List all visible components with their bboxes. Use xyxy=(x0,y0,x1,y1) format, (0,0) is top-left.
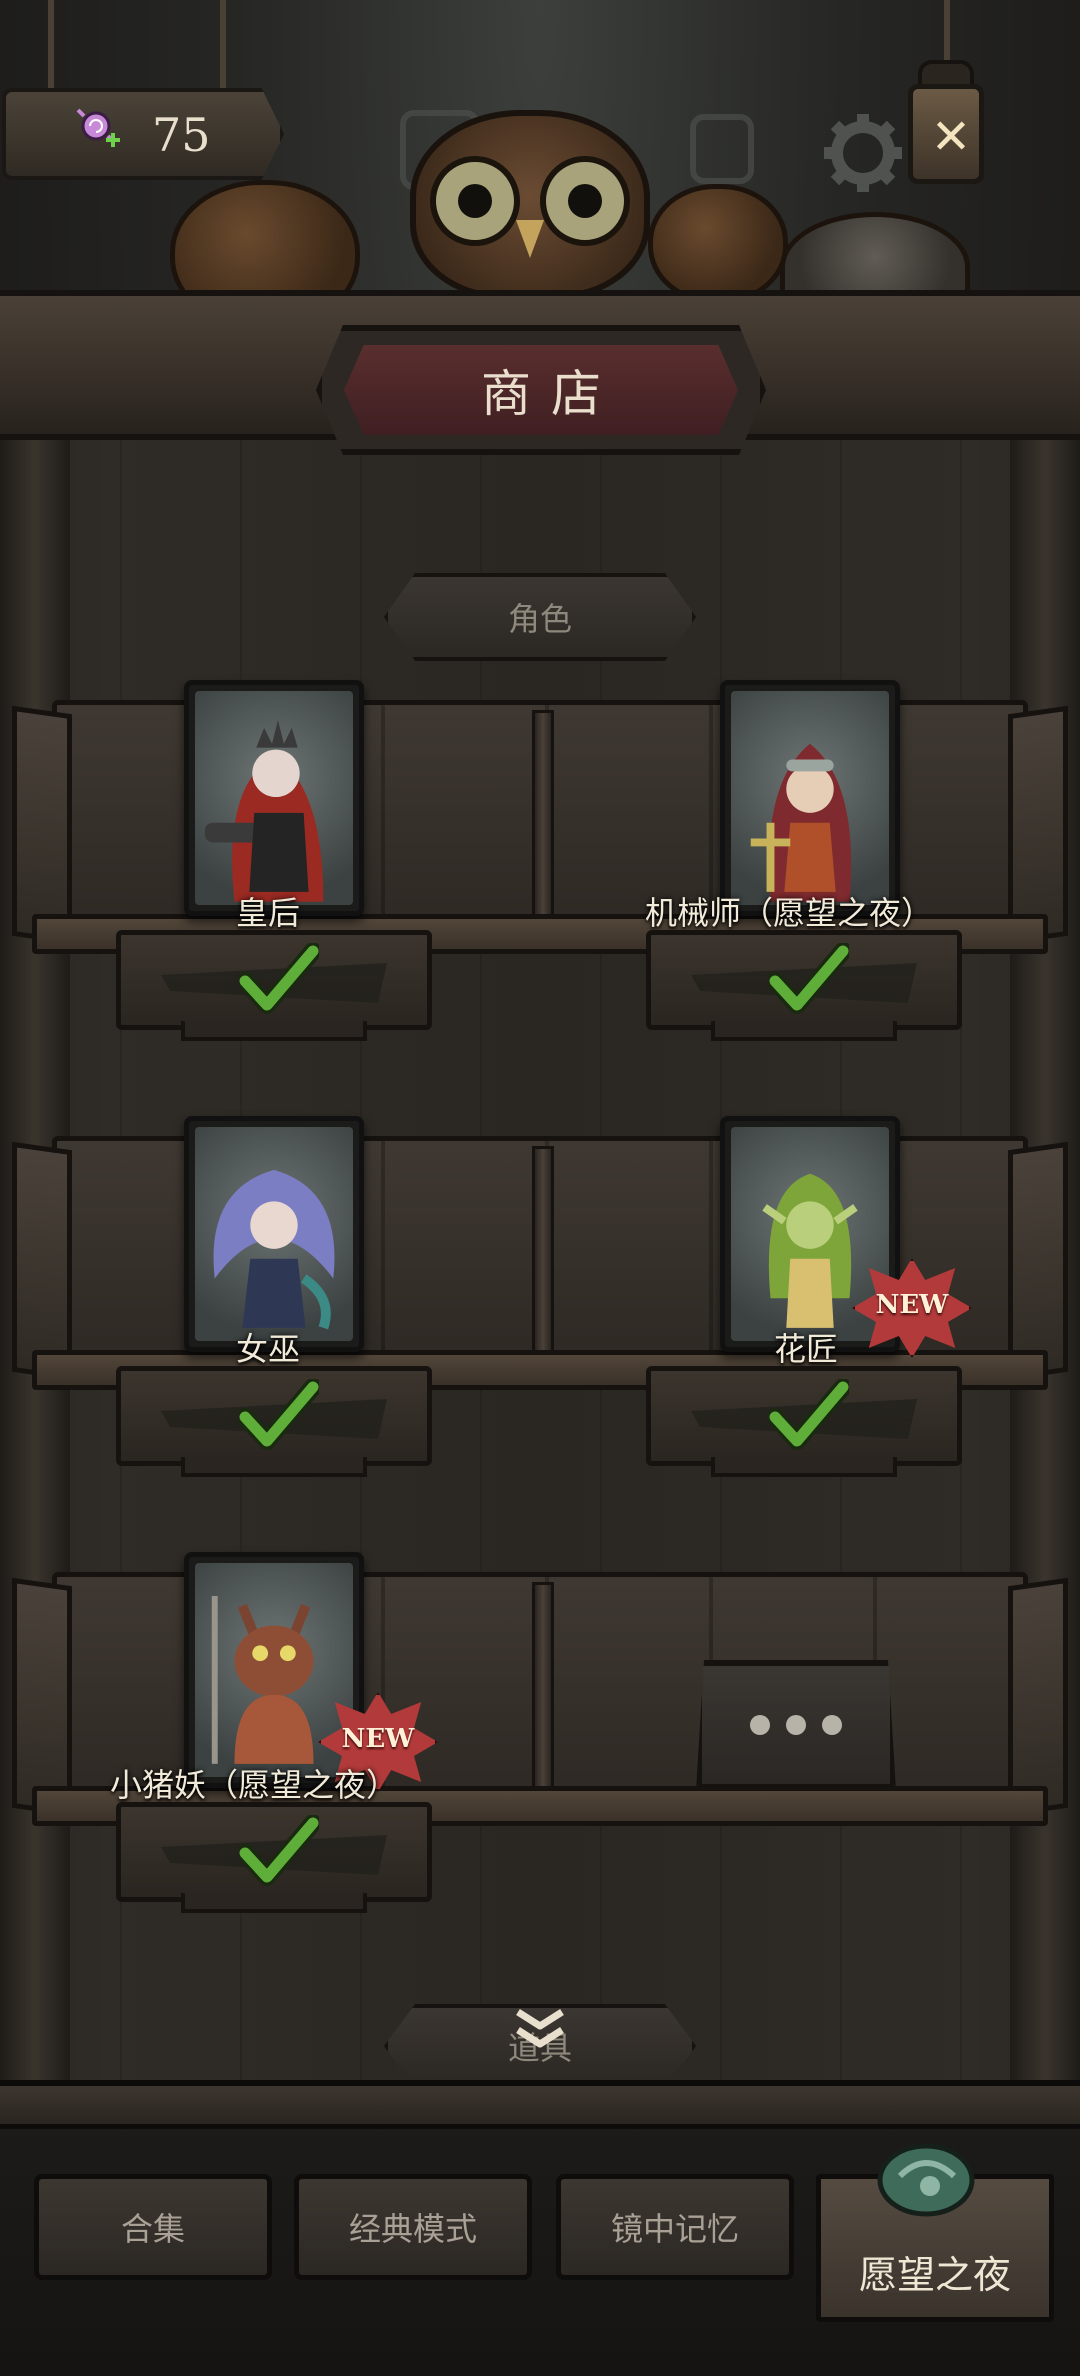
new-badge-text: NEW xyxy=(875,1290,949,1320)
new-badge-text: NEW xyxy=(341,1724,415,1754)
check-icon xyxy=(239,1815,319,1886)
witch-portrait xyxy=(213,1169,335,1330)
close-lantern-button[interactable]: ✕ xyxy=(904,60,988,190)
new-badge: NEW xyxy=(852,1258,972,1358)
hanging-rope xyxy=(48,0,54,90)
character-card-witch[interactable] xyxy=(184,1116,364,1352)
status-plate[interactable] xyxy=(646,1366,962,1477)
check-icon xyxy=(239,1379,319,1450)
check-icon xyxy=(769,943,849,1014)
character-name: 小猪妖（愿望之夜） xyxy=(110,1766,399,1804)
hanging-rope xyxy=(220,0,226,90)
double-chevron-down-icon[interactable] xyxy=(510,2008,570,2052)
close-icon: ✕ xyxy=(930,109,972,165)
faded-icon xyxy=(690,114,754,184)
currency-display[interactable]: 75 xyxy=(2,88,284,180)
character-name: 女巫 xyxy=(236,1330,301,1368)
more-placeholder-card[interactable] xyxy=(696,1660,896,1790)
wish-night-emblem-icon xyxy=(877,2143,975,2217)
character-card-mechanic[interactable] xyxy=(720,680,900,916)
mechanic-portrait xyxy=(750,743,852,902)
queen-portrait xyxy=(204,719,324,902)
title-plaque-inner: 商店 xyxy=(344,345,738,435)
character-card-queen[interactable] xyxy=(184,680,364,916)
section-tag-characters: 角色 xyxy=(384,573,696,661)
status-plate[interactable] xyxy=(116,1366,432,1477)
status-plate[interactable] xyxy=(646,930,962,1041)
currency-value: 75 xyxy=(152,108,211,162)
more-dots-icon xyxy=(822,1715,842,1735)
tab-classic-mode[interactable]: 经典模式 xyxy=(294,2174,532,2280)
tab-collection[interactable]: 合集 xyxy=(34,2174,272,2280)
title-plaque: 商店 xyxy=(316,325,766,455)
check-icon xyxy=(239,943,319,1014)
status-plate[interactable] xyxy=(116,1802,432,1913)
character-name: 机械师（愿望之夜） xyxy=(645,894,934,932)
check-icon xyxy=(769,1379,849,1450)
pumpkin-decoration xyxy=(648,184,788,304)
candy-plus-icon xyxy=(76,108,120,147)
more-dots-icon xyxy=(786,1715,806,1735)
owl-decoration xyxy=(410,110,650,300)
character-name: 花匠 xyxy=(774,1330,839,1368)
lantern-body: ✕ xyxy=(908,84,984,184)
status-plate[interactable] xyxy=(116,930,432,1041)
gear-icon[interactable] xyxy=(820,110,906,196)
more-dots-icon xyxy=(750,1715,770,1735)
tab-mirror-memory[interactable]: 镜中记忆 xyxy=(556,2174,794,2280)
character-name: 皇后 xyxy=(236,894,301,932)
page-title: 商店 xyxy=(481,365,621,423)
